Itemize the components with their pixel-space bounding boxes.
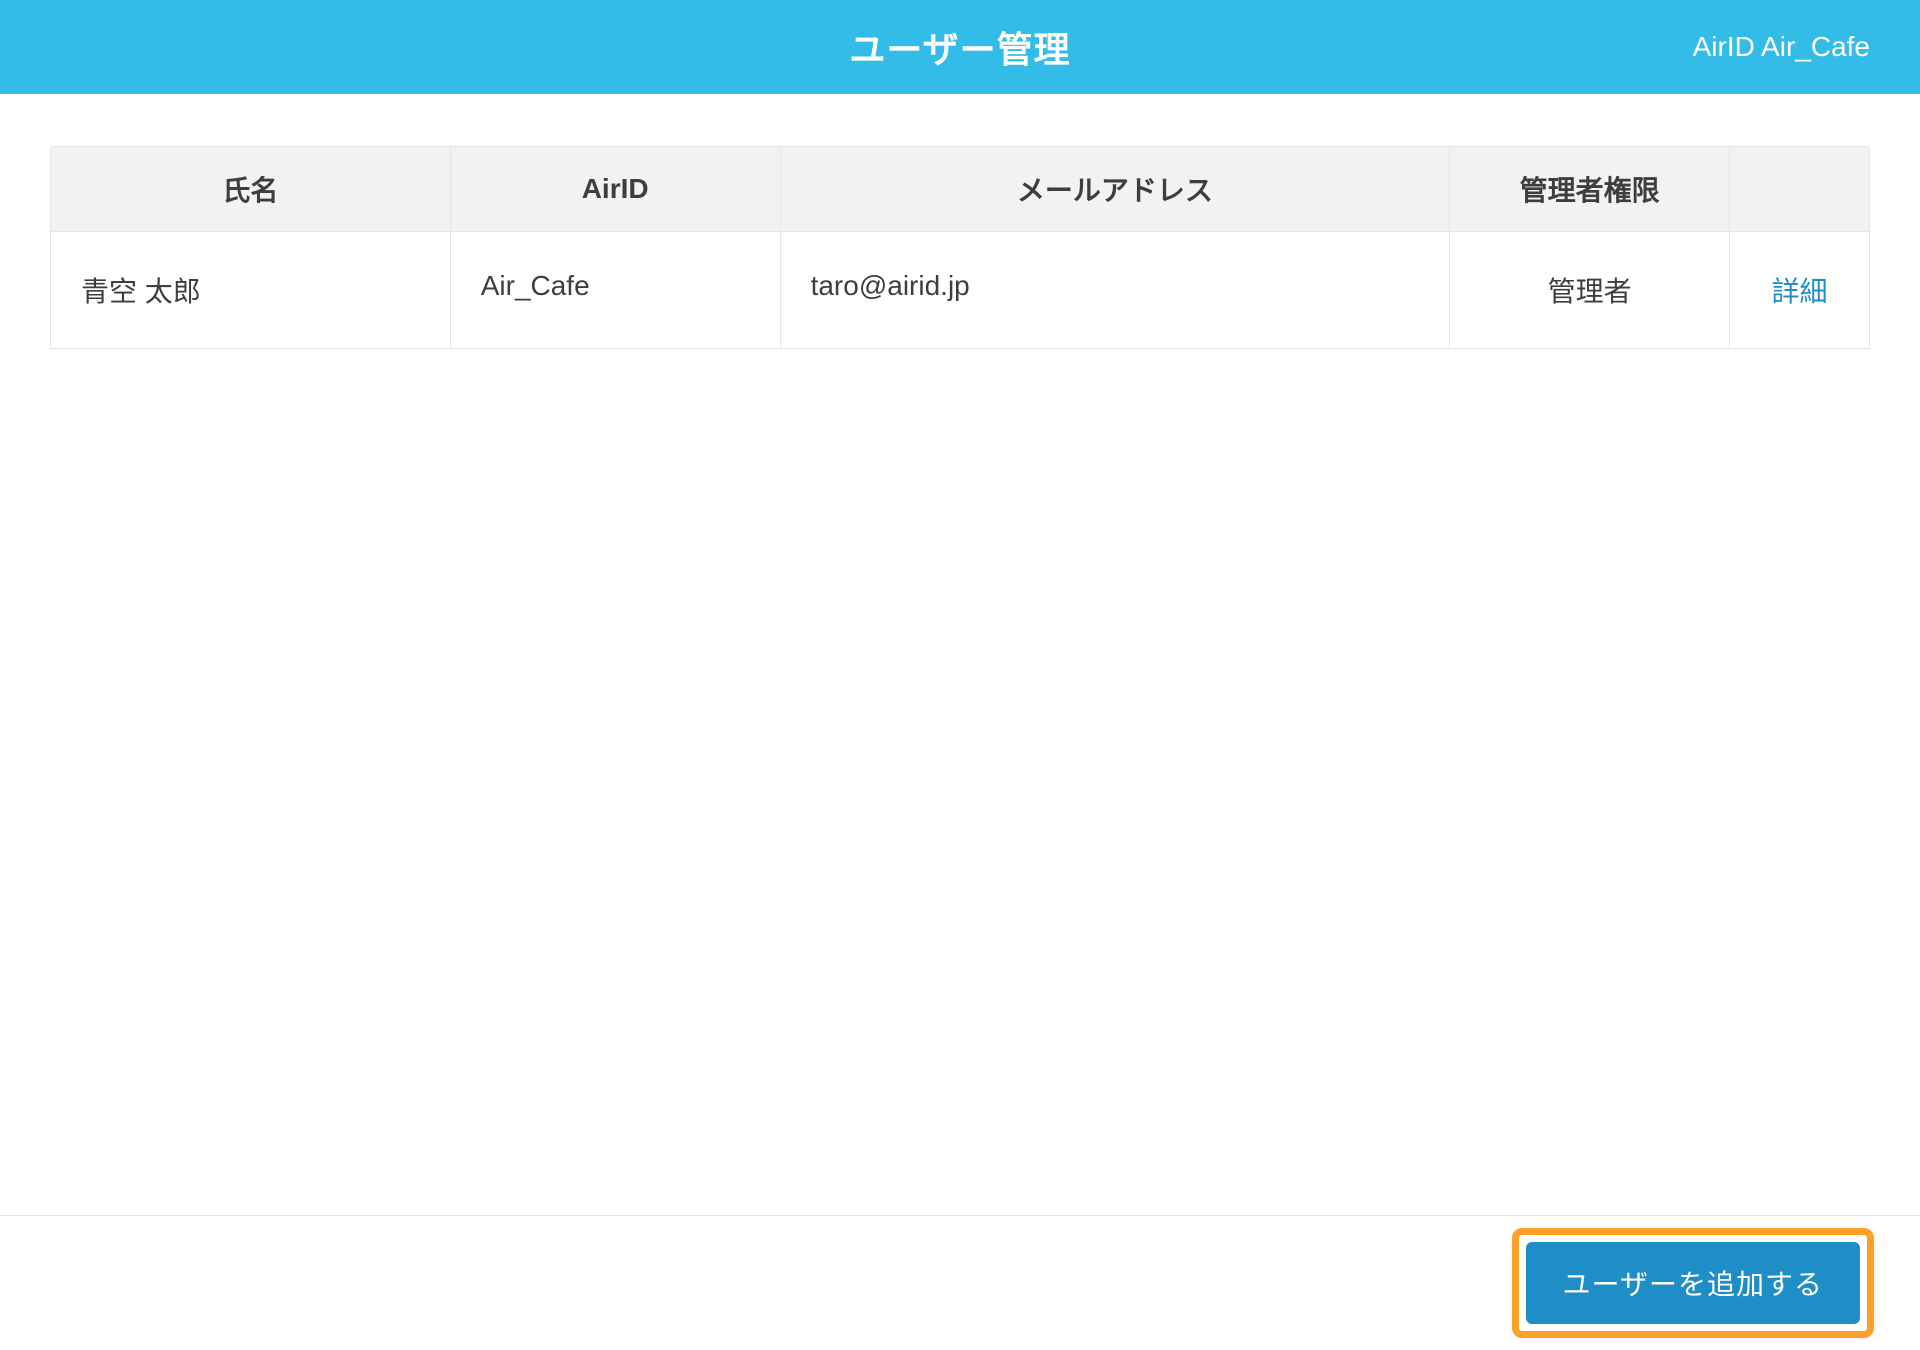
add-user-highlight: ユーザーを追加する <box>1512 1228 1874 1338</box>
table-row: 青空 太郎 Air_Cafe taro@airid.jp 管理者 詳細 <box>51 232 1870 349</box>
column-header-action <box>1730 147 1870 232</box>
column-header-airid: AirID <box>450 147 780 232</box>
user-table: 氏名 AirID メールアドレス 管理者権限 青空 太郎 Air_Cafe ta… <box>50 146 1870 349</box>
column-header-role: 管理者権限 <box>1450 147 1730 232</box>
page-footer: ユーザーを追加する <box>0 1215 1920 1350</box>
cell-role: 管理者 <box>1450 232 1730 349</box>
add-user-button[interactable]: ユーザーを追加する <box>1526 1242 1860 1324</box>
column-header-email: メールアドレス <box>780 147 1450 232</box>
account-label: AirID Air_Cafe <box>1693 31 1870 63</box>
cell-airid: Air_Cafe <box>450 232 780 349</box>
detail-link[interactable]: 詳細 <box>1772 276 1828 307</box>
page-header: ユーザー管理 AirID Air_Cafe <box>0 0 1920 94</box>
cell-email: taro@airid.jp <box>780 232 1450 349</box>
main-content: 氏名 AirID メールアドレス 管理者権限 青空 太郎 Air_Cafe ta… <box>0 94 1920 349</box>
cell-action: 詳細 <box>1730 232 1870 349</box>
cell-name: 青空 太郎 <box>51 232 451 349</box>
page-title: ユーザー管理 <box>849 21 1070 73</box>
column-header-name: 氏名 <box>51 147 451 232</box>
table-header-row: 氏名 AirID メールアドレス 管理者権限 <box>51 147 1870 232</box>
